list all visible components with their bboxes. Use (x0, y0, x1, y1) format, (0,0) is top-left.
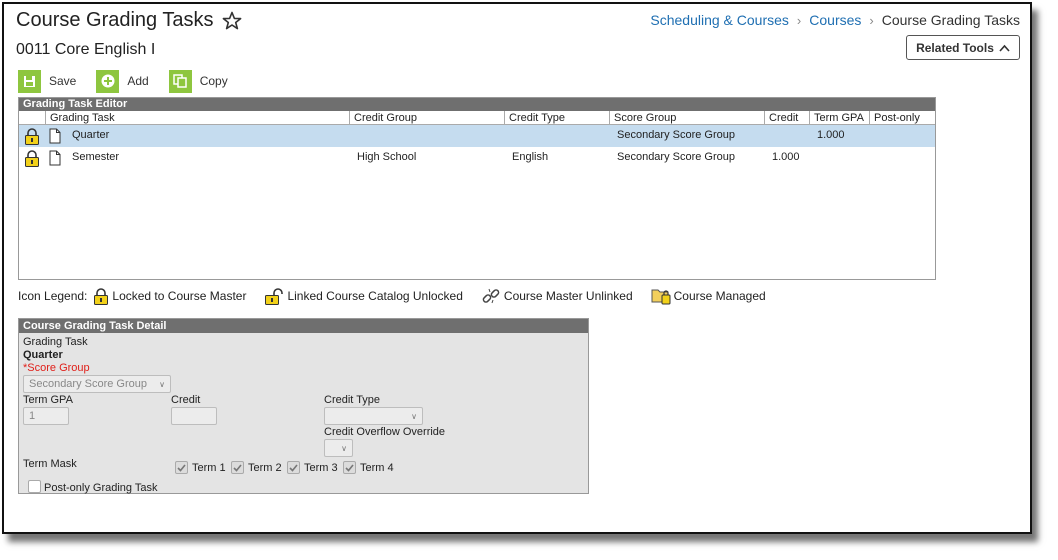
term-mask-label: Term Mask (23, 458, 77, 470)
checkmark-icon (345, 463, 354, 472)
score-group-label: *Score Group (23, 362, 90, 374)
app-window: Course Grading Tasks 0011 Core English I… (2, 2, 1032, 534)
cell-task: Semester (72, 151, 120, 163)
cell-credit-type: English (512, 151, 549, 163)
term-2-label: Term 2 (248, 462, 282, 474)
col-credit-type[interactable]: Credit Type (504, 111, 609, 125)
checkmark-icon (289, 463, 298, 472)
breadcrumb-current: Course Grading Tasks (881, 12, 1020, 28)
legend-locked: Locked to Course Master (93, 287, 247, 305)
term-4-label: Term 4 (360, 462, 394, 474)
term-1-checkbox[interactable] (175, 461, 188, 474)
document-icon (49, 128, 61, 144)
term-3-label: Term 3 (304, 462, 338, 474)
course-subtitle: 0011 Core English I (16, 41, 156, 58)
course-managed-icon (651, 289, 671, 305)
checkmark-icon (233, 463, 242, 472)
breadcrumb: Scheduling & Courses › Courses › Course … (650, 12, 1020, 28)
legend-unlocked-label: Linked Course Catalog Unlocked (287, 289, 463, 303)
chevron-up-icon (999, 44, 1010, 52)
copy-button[interactable]: Copy (168, 68, 228, 94)
page-title: Course Grading Tasks (16, 9, 214, 31)
term-4-checkbox[interactable] (343, 461, 356, 474)
add-icon (96, 69, 120, 93)
post-only-label: Post-only Grading Task (44, 482, 158, 494)
cell-credit: 1.000 (772, 151, 800, 163)
legend-label: Icon Legend: (18, 289, 88, 303)
legend-unlocked: Linked Course Catalog Unlocked (264, 287, 463, 305)
credit-type-label: Credit Type (324, 394, 381, 406)
breadcrumb-courses[interactable]: Courses (809, 12, 861, 28)
lock-icon (25, 150, 39, 167)
post-only-checkbox[interactable] (28, 480, 41, 493)
legend-unlinked: Course Master Unlinked (481, 287, 633, 305)
term-3-checkbox[interactable] (287, 461, 300, 474)
table-row[interactable]: Semester High School English Secondary S… (19, 147, 935, 169)
term-gpa-label: Term GPA (23, 394, 73, 406)
save-icon (18, 69, 41, 93)
add-button[interactable]: Add (96, 68, 149, 94)
unlock-icon (265, 287, 284, 305)
grading-task-value: Quarter (23, 349, 63, 361)
chevron-down-icon: ∨ (341, 444, 347, 453)
chevron-down-icon: ∨ (159, 380, 165, 389)
legend-locked-label: Locked to Course Master (112, 289, 247, 303)
icon-legend: Icon Legend: Locked to Course Master Lin… (18, 285, 784, 307)
checkmark-icon (177, 463, 186, 472)
legend-unlinked-label: Course Master Unlinked (503, 289, 633, 303)
save-button[interactable]: Save (18, 68, 76, 94)
detail-title: Course Grading Task Detail (19, 319, 588, 333)
related-tools-label: Related Tools (916, 40, 994, 55)
col-credit[interactable]: Credit (764, 111, 809, 125)
grading-task-editor: Grading Task Editor Grading Task Credit … (18, 97, 936, 280)
credit-label: Credit (171, 394, 201, 406)
lock-icon (94, 287, 109, 305)
col-grading-task[interactable]: Grading Task (45, 111, 349, 125)
col-post-only[interactable]: Post-only (869, 111, 936, 125)
overflow-label: Credit Overflow Override (324, 426, 446, 438)
cell-score-group: Secondary Score Group (617, 129, 736, 141)
table-row[interactable]: Quarter Secondary Score Group 1.000 (19, 125, 935, 147)
chevron-right-icon: › (869, 12, 874, 28)
related-tools-button[interactable]: Related Tools (906, 35, 1020, 60)
page-header: Course Grading Tasks 0011 Core English I… (4, 4, 1030, 66)
cell-task: Quarter (72, 129, 110, 141)
broken-link-icon (482, 288, 500, 304)
col-credit-group[interactable]: Credit Group (349, 111, 504, 125)
legend-managed: Course Managed (651, 287, 766, 305)
favorite-star-icon[interactable] (222, 11, 242, 31)
credit-type-select[interactable]: ∨ (324, 407, 423, 425)
action-toolbar: Save Add Copy (18, 68, 248, 94)
editor-column-headers: Grading Task Credit Group Credit Type Sc… (19, 111, 935, 125)
cell-credit-group: High School (357, 151, 417, 163)
term-2-checkbox[interactable] (231, 461, 244, 474)
breadcrumb-scheduling-courses[interactable]: Scheduling & Courses (650, 12, 789, 28)
term-gpa-value: 1 (29, 410, 36, 422)
save-label: Save (49, 74, 77, 88)
cell-score-group: Secondary Score Group (617, 151, 736, 163)
editor-title: Grading Task Editor (19, 98, 935, 111)
credit-input[interactable] (171, 407, 217, 425)
chevron-right-icon: › (796, 12, 802, 28)
chevron-down-icon: ∨ (411, 412, 417, 421)
grading-task-detail: Course Grading Task Detail Grading Task … (18, 318, 589, 494)
copy-icon (168, 69, 192, 93)
term-1-label: Term 1 (192, 462, 226, 474)
grading-task-label: Grading Task (23, 336, 88, 348)
add-label: Add (127, 74, 149, 88)
col-score-group[interactable]: Score Group (609, 111, 764, 125)
score-group-value: Secondary Score Group (29, 378, 148, 390)
copy-label: Copy (199, 74, 228, 88)
score-group-select[interactable]: Secondary Score Group ∨ (23, 375, 171, 393)
legend-managed-label: Course Managed (673, 289, 766, 303)
col-term-gpa[interactable]: Term GPA (809, 111, 869, 125)
document-icon (49, 150, 61, 166)
lock-icon (25, 128, 39, 145)
term-gpa-input[interactable]: 1 (23, 407, 69, 425)
cell-term-gpa: 1.000 (817, 129, 845, 141)
overflow-select[interactable]: ∨ (324, 439, 353, 457)
